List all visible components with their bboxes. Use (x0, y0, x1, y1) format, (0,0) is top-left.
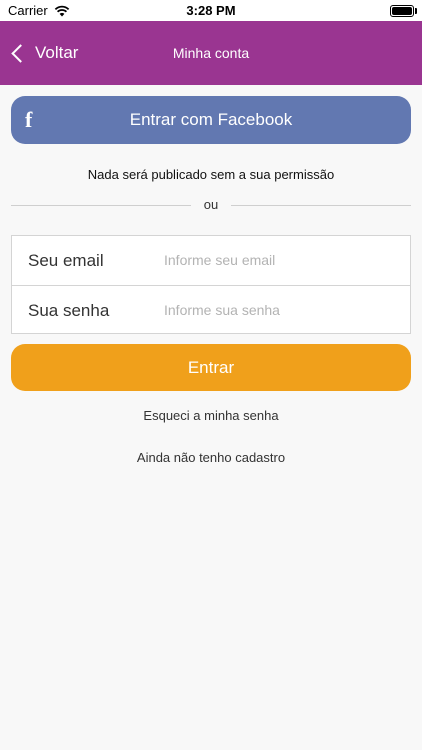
nav-bar: Voltar Minha conta (0, 21, 422, 85)
facebook-icon: f (25, 107, 33, 132)
login-form: Seu email Sua senha (11, 235, 411, 334)
battery-icon (390, 5, 417, 17)
page-title: Minha conta (172, 45, 250, 61)
forgot-password-link[interactable]: Esqueci a minha senha (0, 408, 422, 423)
email-field[interactable] (162, 245, 396, 275)
email-row: Seu email (12, 236, 410, 284)
email-label: Seu email (28, 251, 104, 270)
status-bar: Carrier 3:28 PM (0, 0, 422, 21)
facebook-login-button[interactable]: f Entrar com Facebook (11, 96, 411, 144)
password-row: Sua senha (12, 285, 410, 334)
password-label: Sua senha (28, 301, 110, 320)
status-time: 3:28 PM (186, 3, 236, 18)
permission-notice: Nada será publicado sem a sua permissão (87, 167, 335, 182)
or-separator: ou (191, 192, 231, 218)
register-link[interactable]: Ainda não tenho cadastro (0, 450, 422, 465)
enter-button[interactable]: Entrar (11, 344, 411, 391)
password-field[interactable] (162, 295, 396, 325)
battery-fill (392, 7, 412, 15)
enter-label: Entrar (187, 357, 235, 377)
facebook-login-label: Entrar com Facebook (129, 110, 293, 129)
